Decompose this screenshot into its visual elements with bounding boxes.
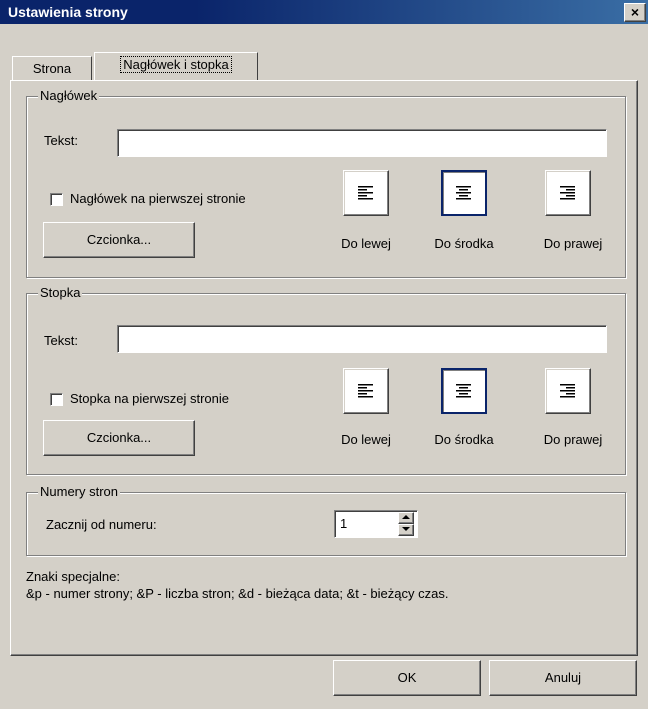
footer-font-button[interactable]: Czcionka... — [43, 420, 195, 456]
start-number-spinner[interactable]: 1 — [334, 510, 418, 538]
page-numbers-legend: Numery stron — [38, 484, 121, 499]
header-align-left-button[interactable] — [343, 170, 389, 216]
spin-up-button[interactable] — [398, 512, 414, 524]
align-center-icon — [456, 384, 471, 398]
header-align-center-caption: Do środka — [434, 236, 494, 251]
header-font-button-label: Czcionka... — [86, 232, 152, 247]
footer-text-input[interactable] — [117, 325, 607, 353]
close-button[interactable]: × — [624, 3, 646, 22]
header-first-page-label: Nagłówek na pierwszej stronie — [70, 191, 246, 206]
footer-text-label: Tekst: — [44, 333, 78, 348]
tab-naglowek-i-stopka[interactable]: Nagłówek i stopka — [94, 52, 258, 80]
title-bar: Ustawienia strony × — [0, 0, 648, 24]
footer-align-right-button[interactable] — [545, 368, 591, 414]
spin-down-button[interactable] — [398, 524, 414, 536]
footer-align-center-button[interactable] — [441, 368, 487, 414]
header-text-input[interactable] — [117, 129, 607, 157]
special-chars-description: &p - numer strony; &P - liczba stron; &d… — [26, 586, 449, 601]
header-first-page-checkbox[interactable] — [50, 193, 63, 206]
header-align-right-button[interactable] — [545, 170, 591, 216]
header-text-label: Tekst: — [44, 133, 78, 148]
start-number-label: Zacznij od numeru: — [46, 517, 157, 532]
footer-align-center-caption: Do środka — [434, 432, 494, 447]
align-right-icon — [560, 186, 575, 200]
tab-strona[interactable]: Strona — [12, 56, 92, 80]
window-title: Ustawienia strony — [8, 4, 128, 20]
align-right-icon — [560, 384, 575, 398]
header-font-button[interactable]: Czcionka... — [43, 222, 195, 258]
footer-font-button-label: Czcionka... — [86, 430, 152, 445]
header-align-center-button[interactable] — [441, 170, 487, 216]
cancel-button-label: Anuluj — [544, 670, 582, 685]
footer-align-left-caption: Do lewej — [341, 432, 391, 447]
footer-group-legend: Stopka — [38, 285, 83, 300]
ok-button[interactable]: OK — [333, 660, 481, 696]
cancel-button[interactable]: Anuluj — [489, 660, 637, 696]
footer-first-page-label: Stopka na pierwszej stronie — [70, 391, 229, 406]
align-left-icon — [358, 186, 373, 200]
tab-label: Strona — [32, 61, 72, 76]
align-center-icon — [456, 186, 471, 200]
header-align-right-caption: Do prawej — [543, 236, 603, 251]
footer-align-left-button[interactable] — [343, 368, 389, 414]
arrow-down-icon — [402, 527, 410, 531]
arrow-up-icon — [402, 515, 410, 519]
start-number-value: 1 — [340, 516, 348, 531]
header-group-legend: Nagłówek — [38, 88, 100, 103]
footer-align-right-caption: Do prawej — [543, 432, 603, 447]
special-chars-heading: Znaki specjalne: — [26, 569, 120, 584]
close-icon: × — [630, 4, 640, 20]
tab-label: Nagłówek i stopka — [120, 56, 232, 73]
ok-button-label: OK — [397, 670, 417, 685]
align-left-icon — [358, 384, 373, 398]
header-align-left-caption: Do lewej — [341, 236, 391, 251]
footer-first-page-checkbox[interactable] — [50, 393, 63, 406]
